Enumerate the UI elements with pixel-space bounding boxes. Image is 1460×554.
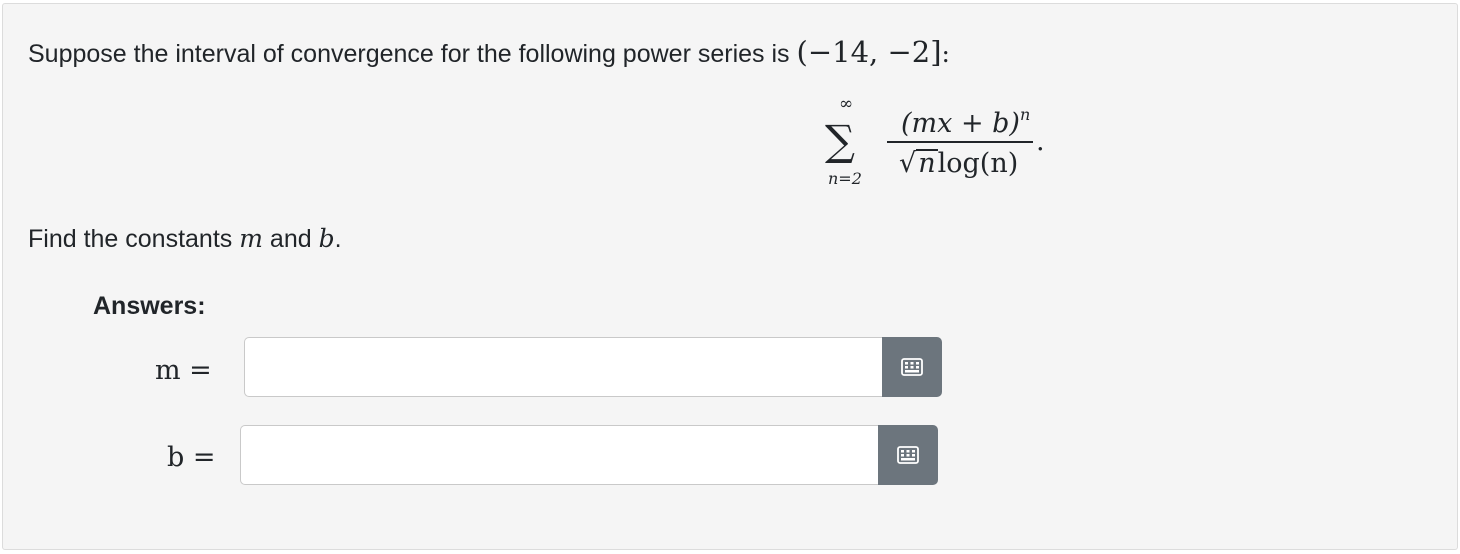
answer-input-b[interactable] [240, 425, 878, 485]
fraction-bar [887, 141, 1033, 143]
numerator-exponent: n [1019, 105, 1031, 124]
keyboard-icon [897, 446, 919, 464]
power-series-formula: ∞ ∑ n=2 (mx + b)n √nlog(n) . [823, 96, 1063, 196]
answer-label-m: m = [155, 355, 212, 386]
denominator-sqrt-arg: n [916, 148, 938, 179]
question-prompt: Suppose the interval of convergence for … [28, 37, 950, 69]
numerator-base: (mx + b) [901, 108, 1020, 139]
find-suffix: . [334, 225, 342, 253]
sum-upper-limit: ∞ [839, 94, 854, 114]
find-var-b: b [318, 224, 335, 253]
find-prefix: Find the constants [28, 225, 233, 253]
prompt-text: Suppose the interval of convergence for … [28, 40, 790, 68]
sum-lower-limit: n=2 [828, 169, 862, 188]
prompt-colon: : [941, 39, 950, 68]
math-keyboard-button-m[interactable] [882, 337, 942, 397]
denominator-log: log(n) [937, 148, 1019, 179]
question-card: Suppose the interval of convergence for … [2, 3, 1458, 550]
answers-title: Answers: [93, 292, 206, 320]
answer-label-b: b = [167, 442, 216, 473]
keyboard-icon [901, 358, 923, 376]
find-instruction: Find the constants m and b. [28, 224, 342, 254]
series-denominator: √nlog(n) [899, 148, 1019, 179]
math-keyboard-button-b[interactable] [878, 425, 938, 485]
formula-period: . [1036, 126, 1045, 157]
answer-input-m[interactable] [244, 337, 882, 397]
series-numerator: (mx + b)n [901, 100, 1030, 139]
interval-expression: (−14, −2] [796, 35, 942, 69]
find-var-m: m [239, 224, 263, 253]
find-and: and [269, 225, 312, 253]
summation-symbol: ∑ [825, 116, 855, 165]
